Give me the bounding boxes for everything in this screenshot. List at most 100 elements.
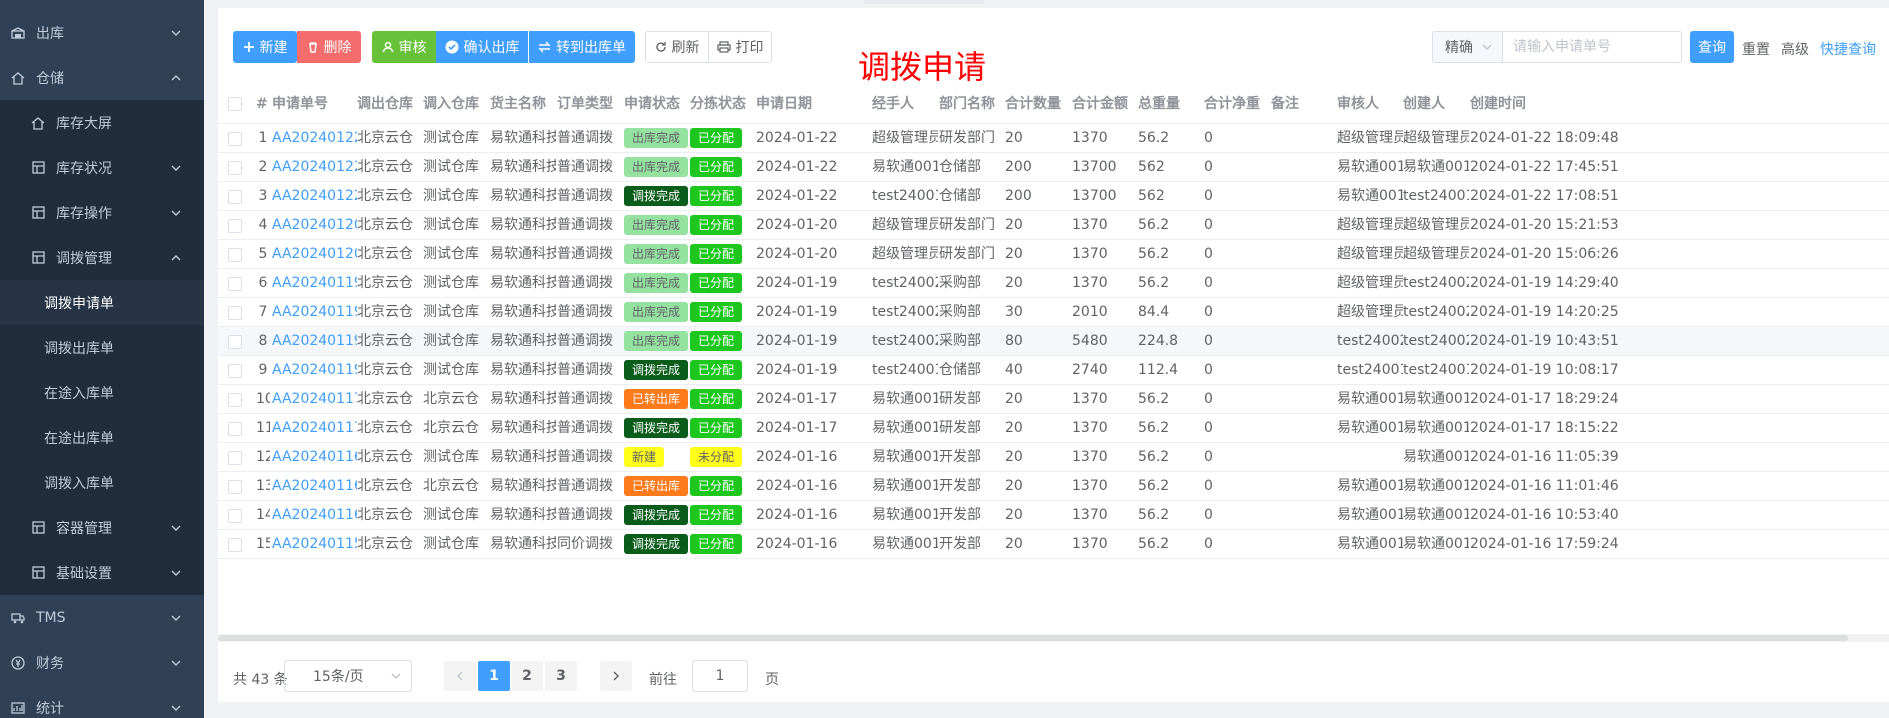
column-header[interactable]: 合计数量 — [1005, 84, 1061, 124]
row-checkbox[interactable] — [228, 364, 242, 378]
order-number-link[interactable]: AA20240117001 — [272, 414, 357, 443]
column-header[interactable]: 货主名称 — [490, 84, 546, 124]
page-number-button[interactable]: 3 — [545, 661, 577, 691]
table-row[interactable]: 6AA20240119004北京云仓测试仓库易软通科技普通调拨出库完成已分配 20… — [218, 269, 1889, 298]
search-mode-select[interactable]: 精确 — [1432, 31, 1502, 63]
table-row[interactable]: 2AA20240122002北京云仓测试仓库易软通科技普通调拨出库完成已分配 20… — [218, 153, 1889, 182]
table-row[interactable]: 11AA20240117001北京云仓北京云仓易软通科技普通调拨调拨完成已分配2… — [218, 414, 1889, 443]
column-header[interactable]: 申请日期 — [756, 84, 812, 124]
row-checkbox[interactable] — [228, 480, 242, 494]
sidebar-item[interactable]: TMS — [0, 595, 204, 640]
scrollbar-thumb[interactable] — [218, 635, 1848, 641]
order-number-link[interactable]: AA20240122002 — [272, 153, 357, 182]
sidebar-item[interactable]: 仓储 — [0, 55, 204, 100]
column-header[interactable]: 部门名称 — [939, 84, 995, 124]
sidebar-item[interactable]: 库存状况 — [0, 145, 204, 190]
to-outbound-button[interactable]: 转到出库单 — [529, 31, 635, 63]
table-row[interactable]: 12AA20240116006北京云仓测试仓库易软通科技普通调拨新建未分配202… — [218, 443, 1889, 472]
add-button[interactable]: 新建 — [233, 31, 297, 63]
order-number-link[interactable]: AA20240119004 — [272, 269, 357, 298]
column-header[interactable]: 创建人 — [1403, 84, 1445, 124]
table-row[interactable]: 9AA20240119001北京云仓测试仓库易软通科技普通调拨调拨完成已分配 20… — [218, 356, 1889, 385]
column-header[interactable]: 经手人 — [872, 84, 914, 124]
sidebar-item[interactable]: 调拨入库单 — [0, 460, 204, 505]
page-number-button[interactable]: 2 — [511, 661, 543, 691]
refresh-button[interactable]: 刷新 — [645, 31, 709, 63]
column-header[interactable]: 合计金额 — [1072, 84, 1128, 124]
table-row[interactable]: 1AA20240122003北京云仓测试仓库易软通科技普通调拨出库完成已分配 20… — [218, 124, 1889, 153]
horizontal-scrollbar[interactable] — [218, 634, 1889, 642]
row-checkbox[interactable] — [228, 538, 242, 552]
table-row[interactable]: 7AA20240119003北京云仓测试仓库易软通科技普通调拨出库完成已分配 20… — [218, 298, 1889, 327]
column-header[interactable]: 备注 — [1271, 84, 1299, 124]
column-header[interactable]: 订单类型 — [557, 84, 613, 124]
row-checkbox[interactable] — [228, 393, 242, 407]
row-checkbox[interactable] — [228, 422, 242, 436]
audit-button[interactable]: 审核 — [372, 31, 436, 63]
confirm-out-button[interactable]: 确认出库 — [436, 31, 528, 63]
row-checkbox[interactable] — [228, 219, 242, 233]
column-header[interactable]: 申请单号 — [272, 84, 328, 124]
row-checkbox[interactable] — [228, 132, 242, 146]
sidebar-item[interactable]: 库存大屏 — [0, 100, 204, 145]
page-number-button[interactable]: 1 — [478, 661, 510, 691]
row-checkbox[interactable] — [228, 277, 242, 291]
order-number-link[interactable]: AA20240116004 — [272, 501, 357, 530]
delete-button[interactable]: 删除 — [297, 31, 361, 63]
sidebar-item[interactable]: 在途入库单 — [0, 370, 204, 415]
column-header[interactable]: 申请状态 — [624, 84, 680, 124]
sidebar-item[interactable]: 容器管理 — [0, 505, 204, 550]
table-row[interactable]: 5AA20240120001北京云仓测试仓库易软通科技普通调拨出库完成已分配 20… — [218, 240, 1889, 269]
row-checkbox[interactable] — [228, 190, 242, 204]
order-number-link[interactable]: AA20240116005 — [272, 472, 357, 501]
sidebar-item[interactable]: 财务 — [0, 640, 204, 685]
row-checkbox[interactable] — [228, 161, 242, 175]
column-header[interactable]: 调入仓库 — [423, 84, 479, 124]
table-row[interactable]: 15AA20240115003北京云仓测试仓库易软通科技同价调拨调拨完成已分配 2… — [218, 530, 1889, 559]
order-number-link[interactable]: AA20240122001 — [272, 182, 357, 211]
sidebar-item[interactable]: 调拨出库单 — [0, 325, 204, 370]
order-number-link[interactable]: AA20240122003 — [272, 124, 357, 153]
sidebar-item[interactable]: 基础设置 — [0, 550, 204, 595]
row-checkbox[interactable] — [228, 451, 242, 465]
search-input[interactable] — [1502, 31, 1682, 63]
goto-page-input[interactable] — [692, 660, 748, 692]
order-number-link[interactable]: AA20240119002 — [272, 327, 357, 356]
row-checkbox[interactable] — [228, 335, 242, 349]
column-header[interactable]: 总重量 — [1138, 84, 1180, 124]
table-row[interactable]: 13AA20240116005北京云仓北京云仓易软通科技普通调拨已转出库已分配2… — [218, 472, 1889, 501]
page-size-select[interactable]: 15条/页 — [284, 660, 412, 692]
sidebar-item[interactable]: 在途出库单 — [0, 415, 204, 460]
table-row[interactable]: 14AA20240116004北京云仓测试仓库易软通科技普通调拨调拨完成已分配 2… — [218, 501, 1889, 530]
print-button[interactable]: 打印 — [708, 31, 772, 63]
sidebar-item[interactable]: 出库 — [0, 10, 204, 55]
column-header[interactable]: 分拣状态 — [690, 84, 746, 124]
table-row[interactable]: 10AA20240117002北京云仓北京云仓易软通科技普通调拨已转出库已分配2… — [218, 385, 1889, 414]
row-checkbox[interactable] — [228, 306, 242, 320]
select-all-checkbox[interactable] — [228, 97, 242, 111]
column-header[interactable]: 创建时间 — [1470, 84, 1526, 124]
sidebar-item[interactable]: 调拨申请单 — [0, 280, 204, 325]
quick-query-link[interactable]: 快捷查询 — [1820, 39, 1876, 59]
sidebar-item[interactable]: 调拨管理 — [0, 235, 204, 280]
column-header[interactable]: 合计净重 — [1204, 84, 1260, 124]
sidebar-item[interactable]: 统计 — [0, 685, 204, 718]
column-header[interactable]: # — [256, 84, 268, 124]
table-row[interactable]: 8AA20240119002北京云仓测试仓库易软通科技普通调拨出库完成已分配 20… — [218, 327, 1889, 356]
row-checkbox[interactable] — [228, 248, 242, 262]
order-number-link[interactable]: AA20240117002 — [272, 385, 357, 414]
row-checkbox[interactable] — [228, 509, 242, 523]
table-row[interactable]: 3AA20240122001北京云仓测试仓库易软通科技普通调拨调拨完成已分配 20… — [218, 182, 1889, 211]
order-number-link[interactable]: AA20240120002 — [272, 211, 357, 240]
reset-button[interactable]: 重置 — [1742, 39, 1770, 59]
order-number-link[interactable]: AA20240116006 — [272, 443, 357, 472]
next-page-button[interactable] — [600, 661, 632, 691]
advanced-button[interactable]: 高级 — [1781, 39, 1809, 59]
query-button[interactable]: 查询 — [1690, 31, 1734, 63]
order-number-link[interactable]: AA20240120001 — [272, 240, 357, 269]
column-header[interactable]: 审核人 — [1337, 84, 1379, 124]
table-row[interactable]: 4AA20240120002北京云仓测试仓库易软通科技普通调拨出库完成已分配 20… — [218, 211, 1889, 240]
column-header[interactable]: 调出仓库 — [357, 84, 413, 124]
order-number-link[interactable]: AA20240119003 — [272, 298, 357, 327]
sidebar-item[interactable]: 库存操作 — [0, 190, 204, 235]
